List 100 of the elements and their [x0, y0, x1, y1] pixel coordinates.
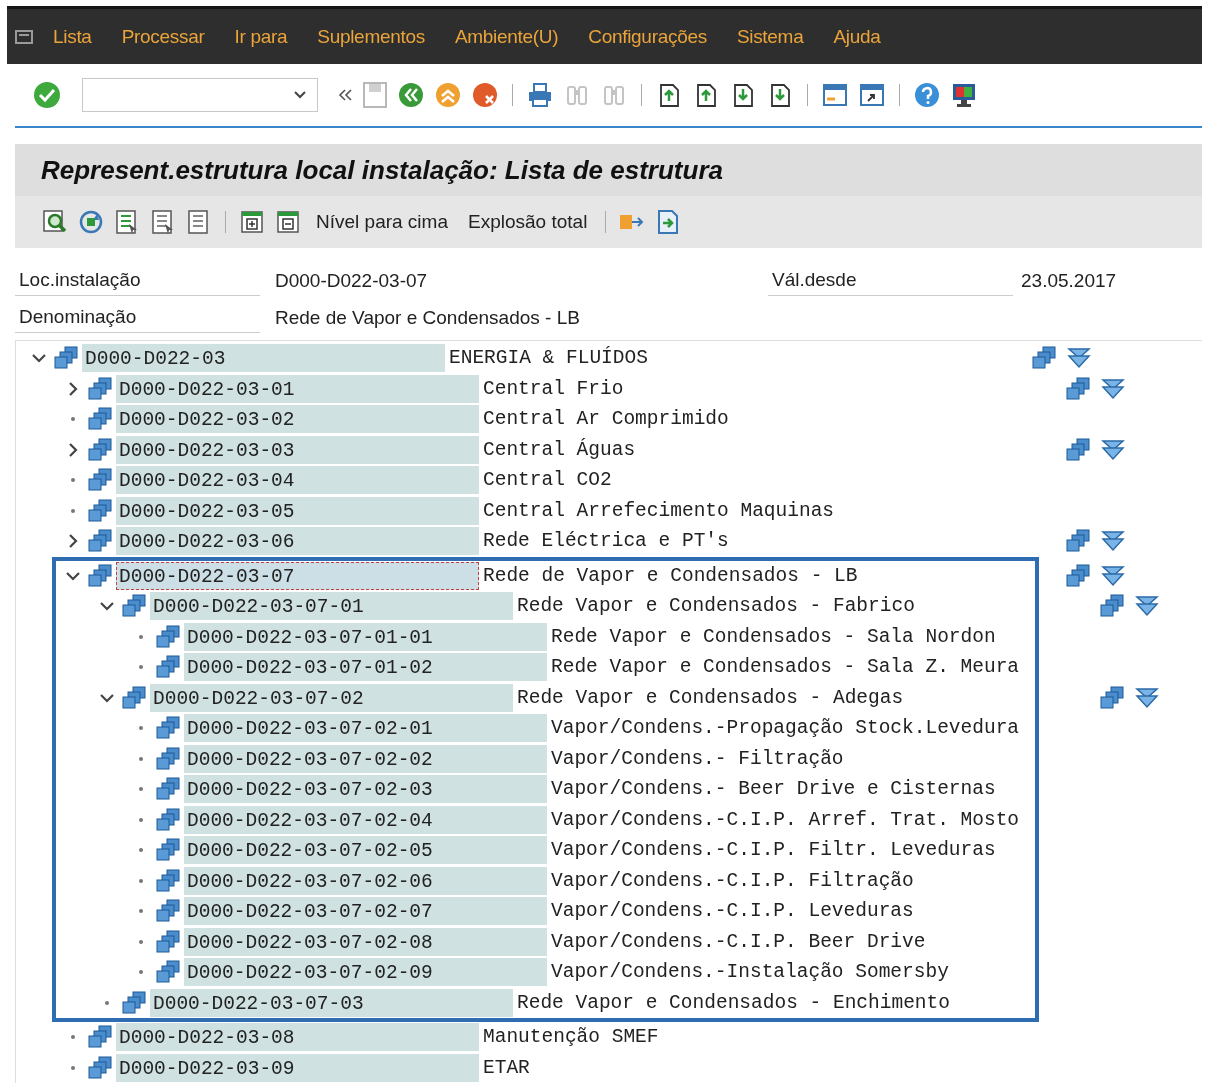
location-code[interactable]: D000-D022-03-07-01 [150, 592, 513, 621]
location-code[interactable]: D000-D022-03-02 [116, 405, 479, 434]
toolbar-button[interactable]: Explosão total [462, 207, 594, 237]
double-chevron-down-icon[interactable] [1100, 529, 1126, 554]
location-code[interactable]: D000-D022-03 [82, 344, 445, 373]
location-description: Central CO2 [482, 469, 613, 492]
menu-item[interactable]: Ir para [234, 25, 288, 48]
cubes-icon [154, 745, 182, 772]
field-label: Vál.desde [768, 265, 1013, 296]
menu-item[interactable]: Suplementos [317, 25, 425, 48]
menu-item[interactable]: Processar [121, 25, 205, 48]
cubes-icon[interactable] [1064, 436, 1092, 463]
collapse-icon[interactable] [274, 208, 302, 236]
location-code[interactable]: D000-D022-03-04 [116, 466, 479, 495]
cubes-icon [86, 1024, 114, 1051]
double-chevron-down-icon[interactable] [1134, 685, 1160, 710]
expand-icon[interactable] [238, 208, 266, 236]
location-description: Vapor/Condens.-C.I.P. Leveduras [550, 900, 915, 923]
location-code[interactable]: D000-D022-03-07-03 [150, 988, 513, 1017]
location-description: Manutenção SMEF [482, 1026, 660, 1049]
monitor-icon[interactable] [950, 81, 978, 109]
double-chevron-down-icon[interactable] [1134, 594, 1160, 619]
location-code[interactable]: D000-D022-03-07-02-08 [184, 927, 547, 956]
cancel-icon[interactable] [471, 81, 499, 109]
location-code[interactable]: D000-D022-03-07-01-02 [184, 653, 547, 682]
location-description: Rede de Vapor e Condensados - LB [482, 564, 859, 587]
cubes-icon[interactable] [1064, 528, 1092, 555]
location-description: Vapor/Condens.-Instalação Somersby [550, 961, 950, 984]
menu-item[interactable]: Sistema [736, 25, 804, 48]
cubes-icon [154, 898, 182, 925]
chevron-down-icon [293, 90, 307, 100]
location-code[interactable]: D000-D022-03-06 [116, 527, 479, 556]
location-code[interactable]: D000-D022-03-08 [116, 1023, 479, 1052]
cubes-icon [154, 715, 182, 742]
location-description: Vapor/Condens.-C.I.P. Beer Drive [550, 930, 927, 953]
location-description: Rede Vapor e Condensados - Adegas [516, 686, 905, 709]
location-code[interactable]: D000-D022-03-07-02-03 [184, 775, 547, 804]
location-code[interactable]: D000-D022-03-05 [116, 496, 479, 525]
cubes-icon[interactable] [1098, 593, 1126, 620]
field-value: 23.05.2017 [1020, 269, 1117, 292]
cubes-icon [86, 528, 114, 555]
cubes-icon [154, 623, 182, 650]
cubes-icon [154, 928, 182, 955]
location-code[interactable]: D000-D022-03-09 [116, 1053, 479, 1082]
cubes-icon[interactable] [1098, 684, 1126, 711]
cubes-icon[interactable] [1064, 375, 1092, 402]
location-code[interactable]: D000-D022-03-03 [116, 435, 479, 464]
cubes-icon[interactable] [1030, 345, 1058, 372]
enter-icon[interactable] [33, 81, 61, 109]
refresh-icon[interactable] [77, 208, 105, 236]
location-code[interactable]: D000-D022-03-01 [116, 374, 479, 403]
location-code[interactable]: D000-D022-03-07-02-02 [184, 744, 547, 773]
double-chevron-down-icon[interactable] [1100, 563, 1126, 588]
location-description: Central Arrefecimento Maquinas [482, 499, 836, 522]
cubes-icon [154, 806, 182, 833]
location-code[interactable]: D000-D022-03-07 [116, 561, 479, 590]
command-field[interactable] [82, 78, 318, 112]
cubes-icon [86, 1054, 114, 1081]
menu-icon[interactable] [15, 29, 33, 44]
cubes-icon[interactable] [1064, 562, 1092, 589]
double-chevron-down-icon[interactable] [1100, 437, 1126, 462]
location-code[interactable]: D000-D022-03-07-02-05 [184, 836, 547, 865]
cubes-icon [86, 467, 114, 494]
cubes-icon [86, 436, 114, 463]
location-code[interactable]: D000-D022-03-07-02-09 [184, 958, 547, 987]
window-icon[interactable] [821, 81, 849, 109]
cubes-icon [86, 497, 114, 524]
window-icon[interactable] [858, 81, 886, 109]
field-label: Denominação [15, 302, 260, 333]
location-description: ENERGIA & FLUÍDOS [448, 347, 649, 370]
menu-item[interactable]: Ambiente(U) [454, 25, 559, 48]
help-icon[interactable] [913, 81, 941, 109]
double-chevron-down-icon[interactable] [1100, 376, 1126, 401]
menu-item[interactable]: Lista [53, 25, 92, 48]
location-code[interactable]: D000-D022-03-07-02-07 [184, 897, 547, 926]
location-description: Central Ar Comprimido [482, 408, 730, 431]
menu-item[interactable]: Configurações [588, 25, 707, 48]
screen-title: Represent.estrutura local instalação: Lista de estrutura [41, 154, 723, 186]
field-label: Loc.instalação [15, 265, 260, 296]
toolbar-button[interactable]: Nível para cima [310, 207, 454, 237]
printer-icon[interactable] [526, 81, 554, 109]
location-description: Vapor/Condens.- Beer Drive e Cisternas [550, 778, 997, 801]
back-icon[interactable] [397, 81, 425, 109]
double-chevron-down-icon[interactable] [1066, 346, 1092, 371]
location-code[interactable]: D000-D022-03-07-02-01 [184, 714, 547, 743]
location-description: Vapor/Condens.- Filtração [550, 747, 845, 770]
location-code[interactable]: D000-D022-03-07-02-04 [184, 805, 547, 834]
location-description: Vapor/Condens.-Propagação Stock.Levedura [550, 717, 1021, 740]
cubes-icon [86, 375, 114, 402]
cubes-icon [120, 593, 148, 620]
cubes-icon [86, 406, 114, 433]
double-chevron-icon[interactable] [337, 88, 353, 102]
location-code[interactable]: D000-D022-03-07-01-01 [184, 622, 547, 651]
cubes-icon [52, 345, 80, 372]
cubes-icon [154, 776, 182, 803]
location-description: Rede Eléctrica e PT's [482, 530, 730, 553]
location-description: Vapor/Condens.-C.I.P. Arref. Trat. Mosto [550, 808, 1021, 831]
location-code[interactable]: D000-D022-03-07-02-06 [184, 866, 547, 895]
location-code[interactable]: D000-D022-03-07-02 [150, 683, 513, 712]
menu-item[interactable]: Ajuda [833, 25, 881, 48]
